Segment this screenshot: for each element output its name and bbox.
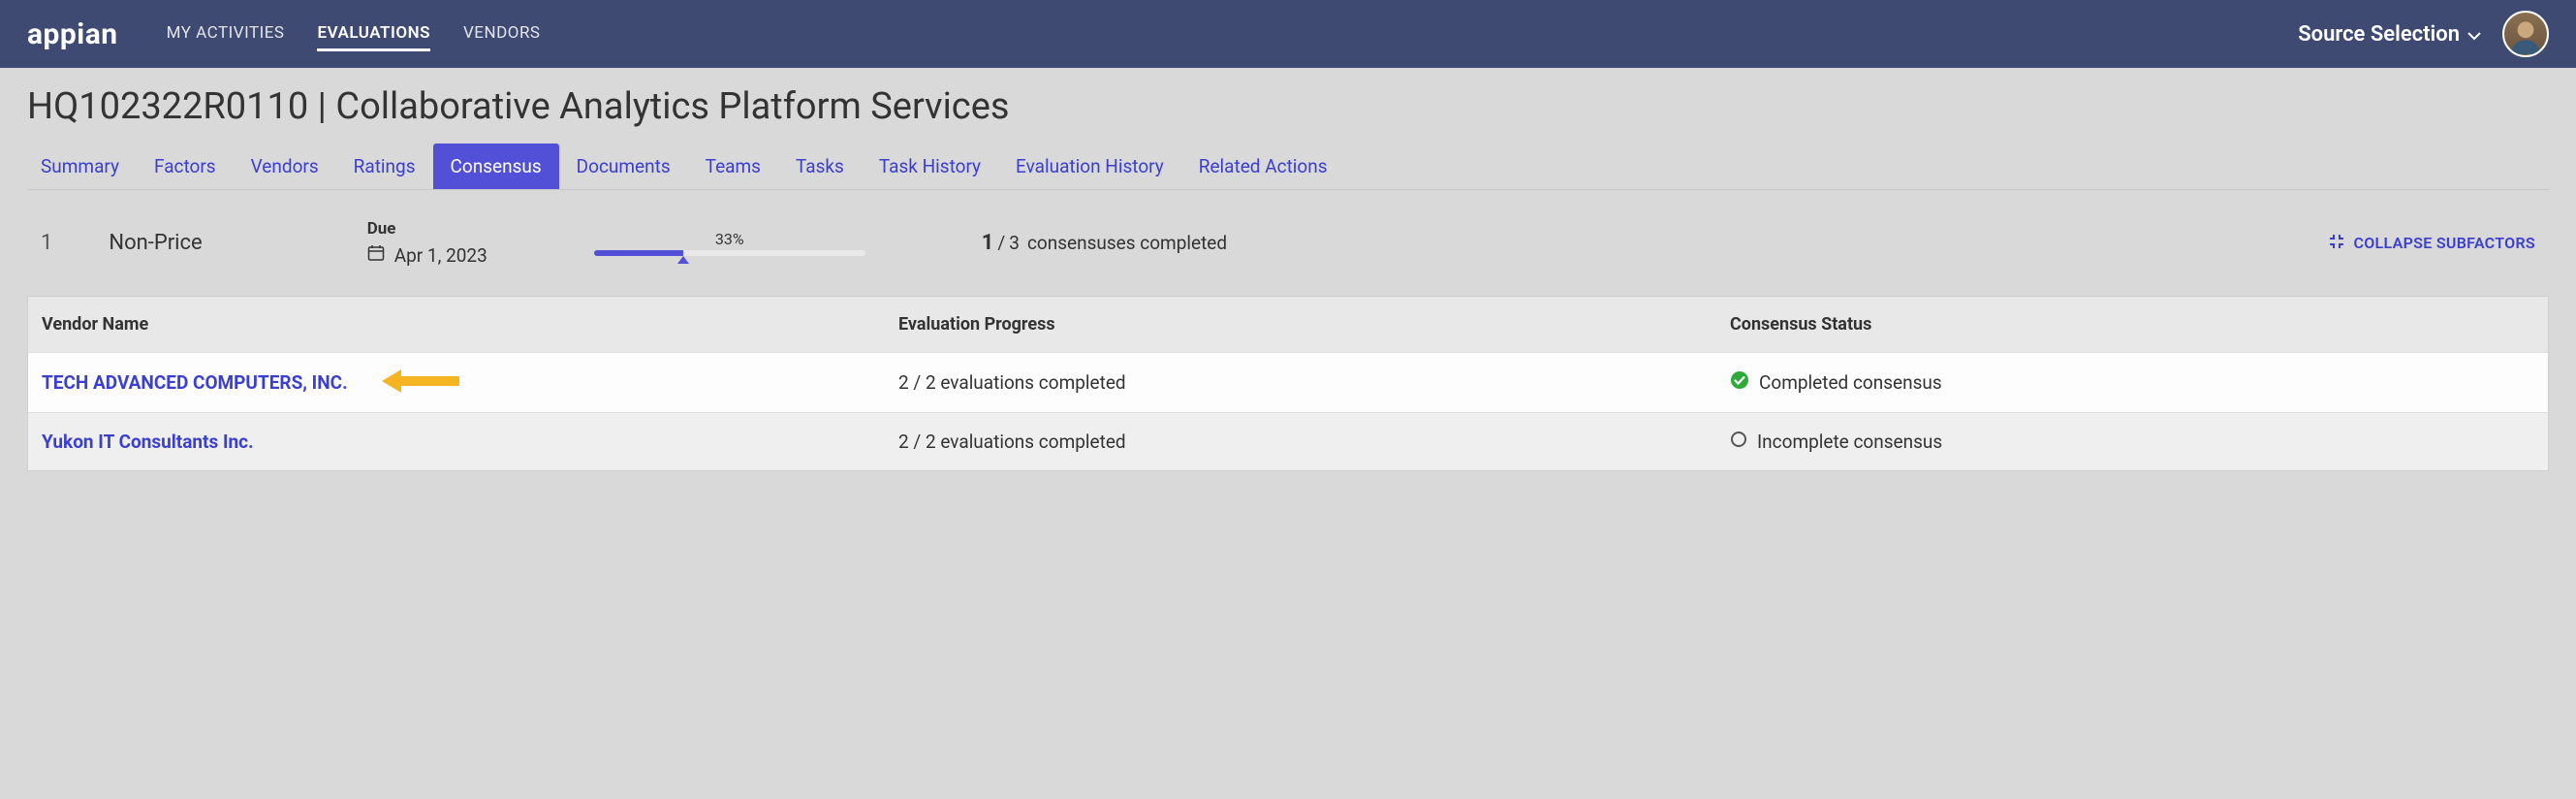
progress-block: 33% — [594, 230, 865, 256]
circle-outline-icon — [1730, 431, 1747, 453]
factor-summary-row: 1 Non-Price Due Apr 1, 2023 33% 1 / 3 — [27, 219, 2549, 296]
th-evaluation-progress: Evaluation Progress — [885, 297, 1716, 352]
top-nav-items: MY ACTIVITIES EVALUATIONS VENDORS — [167, 17, 2299, 51]
top-nav: appian MY ACTIVITIES EVALUATIONS VENDORS… — [0, 0, 2576, 68]
table-row: Yukon IT Consultants Inc. 2 / 2 evaluati… — [28, 412, 2548, 470]
table-header: Vendor Name Evaluation Progress Consensu… — [28, 297, 2548, 352]
top-nav-right: Source Selection — [2298, 11, 2549, 57]
tab-vendors[interactable]: Vendors — [234, 144, 336, 189]
user-avatar[interactable] — [2502, 11, 2549, 57]
vendor-link[interactable]: TECH ADVANCED COMPUTERS, INC. — [42, 371, 348, 394]
consensus-total: 3 — [1009, 232, 1020, 254]
tab-tasks[interactable]: Tasks — [778, 144, 862, 189]
consensus-status: Completed consensus — [1716, 353, 2548, 412]
nav-my-activities[interactable]: MY ACTIVITIES — [167, 17, 285, 51]
consensus-suffix: consensuses completed — [1027, 232, 1227, 254]
progress-marker-icon — [677, 256, 689, 264]
tab-factors[interactable]: Factors — [137, 144, 234, 189]
due-block: Due Apr 1, 2023 — [367, 219, 487, 267]
tab-consensus[interactable]: Consensus — [433, 144, 559, 189]
progress-track — [594, 250, 865, 256]
consensus-count: 1 / 3 consensuses completed — [982, 231, 1227, 255]
consensus-slash: / — [997, 232, 1005, 254]
nav-evaluations[interactable]: EVALUATIONS — [317, 17, 430, 51]
collapse-label: COLLAPSE SUBFACTORS — [2353, 234, 2535, 252]
collapse-icon — [2328, 233, 2345, 254]
vendor-link[interactable]: Yukon IT Consultants Inc. — [42, 431, 254, 453]
tab-documents[interactable]: Documents — [559, 144, 688, 189]
source-selection-label: Source Selection — [2298, 22, 2460, 47]
tab-ratings[interactable]: Ratings — [336, 144, 433, 189]
tab-evaluation-history[interactable]: Evaluation History — [998, 144, 1181, 189]
nav-vendors[interactable]: VENDORS — [463, 17, 541, 51]
check-circle-icon — [1730, 370, 1749, 395]
app-logo[interactable]: appian — [27, 17, 118, 51]
page-title: HQ102322R0110 | Collaborative Analytics … — [27, 85, 2549, 128]
collapse-subfactors-button[interactable]: COLLAPSE SUBFACTORS — [2328, 233, 2535, 254]
arrow-annotation-icon — [382, 369, 459, 397]
progress-percent-label: 33% — [594, 230, 865, 248]
tab-related-actions[interactable]: Related Actions — [1181, 144, 1345, 189]
tab-summary[interactable]: Summary — [27, 144, 137, 189]
th-consensus-status: Consensus Status — [1716, 297, 2548, 352]
th-vendor-name: Vendor Name — [28, 297, 885, 352]
section-label: Non-Price — [109, 231, 202, 255]
sub-nav: Summary Factors Vendors Ratings Consensu… — [27, 144, 2549, 190]
calendar-icon — [367, 244, 385, 267]
due-label: Due — [367, 219, 487, 239]
due-row: Apr 1, 2023 — [367, 244, 487, 267]
tab-task-history[interactable]: Task History — [862, 144, 998, 189]
source-selection-dropdown[interactable]: Source Selection — [2298, 22, 2481, 47]
table-row: TECH ADVANCED COMPUTERS, INC. 2 / 2 eval… — [28, 352, 2548, 412]
chevron-down-icon — [2467, 22, 2481, 47]
tab-teams[interactable]: Teams — [688, 144, 778, 189]
consensus-done: 1 — [982, 231, 994, 255]
progress-fill — [594, 250, 683, 256]
page-body: HQ102322R0110 | Collaborative Analytics … — [0, 68, 2576, 489]
status-text: Incomplete consensus — [1757, 431, 1942, 453]
section-number: 1 — [41, 231, 52, 255]
vendor-table: Vendor Name Evaluation Progress Consensu… — [27, 296, 2549, 471]
evaluation-progress: 2 / 2 evaluations completed — [885, 354, 1716, 411]
consensus-status: Incomplete consensus — [1716, 413, 2548, 470]
due-date: Apr 1, 2023 — [394, 244, 487, 267]
status-text: Completed consensus — [1759, 371, 1942, 394]
evaluation-progress: 2 / 2 evaluations completed — [885, 413, 1716, 470]
